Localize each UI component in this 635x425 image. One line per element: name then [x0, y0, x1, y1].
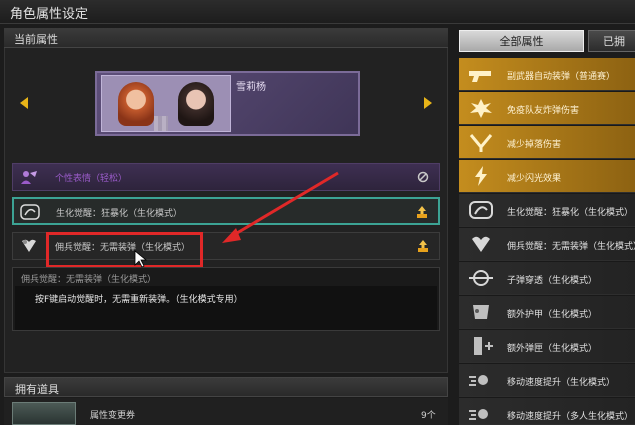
attribute-list-label: 移动速度提升（多人生化模式） [507, 412, 634, 422]
tab-owned[interactable]: 已拥 [588, 30, 635, 52]
flash-icon [475, 166, 487, 186]
annotation-highlight-box [46, 232, 203, 268]
rage-icon [20, 204, 40, 220]
description-title: 佣兵觉醒：无需装弹（生化模式） [21, 275, 157, 285]
owned-items-heading: 拥有道具 [15, 383, 59, 396]
attribute-list-item[interactable]: 生化觉醒：狂暴化（生化模式） [459, 194, 635, 227]
attribute-list-item[interactable]: 移动速度提升（生化模式） [459, 364, 635, 397]
attribute-list-label: 子弹穿透（生化模式） [507, 276, 598, 286]
attribute-list-item[interactable]: 副武器自动装弹（普通赛） [459, 58, 635, 91]
explosion-icon [470, 99, 492, 118]
attribute-list-item[interactable]: 佣兵觉醒：无需装弹（生化模式） [459, 228, 635, 261]
attribute-list-label: 免疫队友炸弹伤害 [507, 106, 580, 116]
description-body: 按F键启动觉醒时，无需重新装弹。（生化模式专用） [15, 286, 437, 330]
attribute-list-label: 佣兵觉醒：无需装弹（生化模式） [507, 242, 635, 252]
attribute-list-label: 移动速度提升（生化模式） [507, 378, 616, 388]
prohibited-icon[interactable] [417, 170, 429, 184]
owned-item-name: 属性变更券 [90, 411, 136, 421]
window-title: 角色属性设定 [10, 7, 89, 22]
mask-icon [21, 171, 37, 184]
attribute-list-item[interactable]: 减少闪光效果 [459, 160, 635, 193]
attribute-list-item[interactable]: 免疫队友炸弹伤害 [459, 92, 635, 125]
mosaic-blur [154, 116, 168, 131]
attribute-list-item[interactable]: 子弹穿透（生化模式） [459, 262, 635, 295]
attribute-list-label: 副武器自动装弹（普通赛） [507, 72, 616, 82]
heart-shield-icon [472, 236, 490, 252]
attribute-list-item[interactable]: 额外护甲（生化模式） [459, 296, 635, 329]
attribute-list-label: 生化觉醒：狂暴化（生化模式） [507, 208, 634, 218]
attr-row-rage[interactable]: 生化觉醒：狂暴化（生化模式） [12, 197, 440, 225]
upgrade-icon[interactable] [417, 239, 429, 253]
character-name: 雪莉杨 [236, 82, 266, 93]
attr-row-label: 生化觉醒：狂暴化（生化模式） [56, 209, 183, 219]
upgrade-icon[interactable] [416, 205, 428, 219]
attr-row-label: 个性表情（轻松） [55, 174, 128, 184]
owned-items-header: 拥有道具 [4, 377, 448, 397]
fall-icon [469, 134, 493, 152]
tab-all-attributes[interactable]: 全部属性 [459, 30, 584, 52]
current-attributes-header: 当前属性 [4, 28, 448, 48]
window-titlebar: 角色属性设定 [0, 0, 635, 24]
character-head-dark [178, 82, 214, 126]
previous-character-button[interactable] [20, 97, 28, 109]
character-head-red [118, 82, 154, 126]
attribute-list-label: 额外弹匣（生化模式） [507, 344, 598, 354]
pistol-icon [469, 71, 491, 82]
attribute-list-label: 减少掉落伤害 [507, 140, 562, 150]
attr-row-expression[interactable]: 个性表情（轻松） [12, 163, 440, 191]
bullet-pierce-icon [469, 270, 493, 286]
attribute-list-label: 减少闪光效果 [507, 174, 562, 184]
attribute-list-item[interactable]: 额外弹匣（生化模式） [459, 330, 635, 363]
speed-icon [469, 375, 488, 386]
magazine-icon [474, 337, 493, 355]
speed-icon [469, 409, 488, 420]
heart-shield-icon [22, 239, 36, 252]
attribute-description-box: 佣兵觉醒：无需装弹（生化模式） 按F键启动觉醒时，无需重新装弹。（生化模式专用） [12, 267, 440, 331]
armor-icon [473, 305, 489, 319]
attribute-list-label: 额外护甲（生化模式） [507, 310, 598, 320]
attribute-list-item[interactable]: 移动速度提升（多人生化模式） [459, 398, 635, 425]
attribute-coupon-icon [12, 402, 76, 425]
owned-item-count: 9个 [421, 411, 436, 421]
attribute-list-item[interactable]: 减少掉落伤害 [459, 126, 635, 159]
character-portrait [101, 75, 231, 132]
rage-icon [469, 201, 493, 219]
current-attributes-heading: 当前属性 [14, 33, 58, 46]
description-text: 按F键启动觉醒时，无需重新装弹。（生化模式专用） [35, 295, 243, 305]
next-character-button[interactable] [424, 97, 432, 109]
